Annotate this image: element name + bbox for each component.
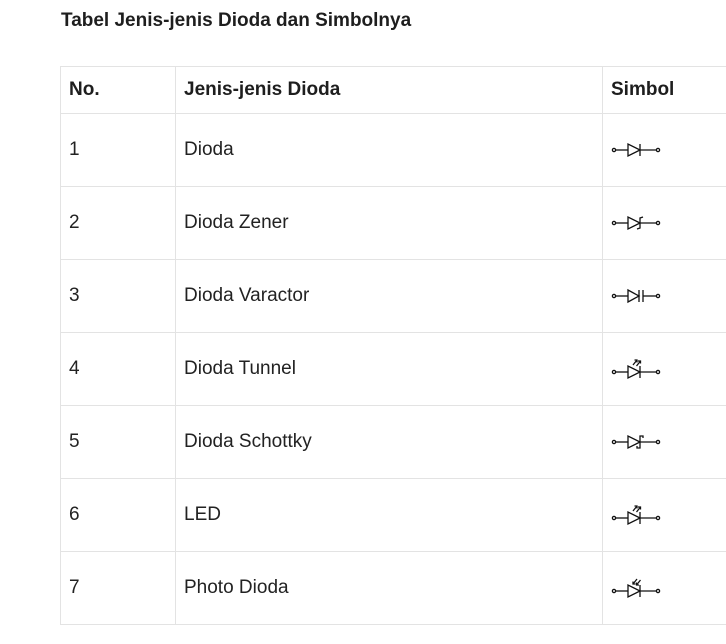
symbol-cell — [602, 332, 726, 406]
row-number: 2 — [60, 186, 176, 260]
symbol-cell — [602, 259, 726, 333]
diode-name: LED — [175, 478, 603, 552]
row-number: 5 — [60, 405, 176, 479]
symbol-cell — [602, 478, 726, 552]
row-number: 7 — [60, 551, 176, 625]
table-header-row: No. Jenis-jenis Dioda Simbol — [60, 66, 726, 114]
diode-name: Dioda Schottky — [175, 405, 603, 479]
diode-name: Dioda Varactor — [175, 259, 603, 333]
table-row: 3 Dioda Varactor — [60, 259, 726, 333]
table-row: 1 Dioda — [60, 113, 726, 187]
table-row: 6 LED — [60, 478, 726, 552]
photo-diode-symbol-icon — [611, 578, 661, 599]
table-row: 4 Dioda Tunnel — [60, 332, 726, 406]
diode-table: No. Jenis-jenis Dioda Simbol 1 Dioda 2 D… — [60, 66, 726, 625]
row-number: 3 — [60, 259, 176, 333]
symbol-cell — [602, 113, 726, 187]
header-no: No. — [60, 66, 176, 114]
row-number: 1 — [60, 113, 176, 187]
table-row: 7 Photo Dioda — [60, 551, 726, 625]
symbol-cell — [602, 186, 726, 260]
diode-symbol-icon — [611, 142, 661, 158]
header-symbol: Simbol — [602, 66, 726, 114]
diode-name: Dioda Zener — [175, 186, 603, 260]
varactor-diode-symbol-icon — [611, 288, 661, 304]
diode-name: Dioda — [175, 113, 603, 187]
schottky-diode-symbol-icon — [611, 434, 661, 450]
symbol-cell — [602, 405, 726, 479]
symbol-cell — [602, 551, 726, 625]
row-number: 4 — [60, 332, 176, 406]
tunnel-diode-symbol-icon — [611, 359, 661, 380]
led-symbol-icon — [611, 505, 661, 526]
header-diode-type: Jenis-jenis Dioda — [175, 66, 603, 114]
zener-diode-symbol-icon — [611, 215, 661, 231]
diode-name: Dioda Tunnel — [175, 332, 603, 406]
page-title: Tabel Jenis-jenis Dioda dan Simbolnya — [61, 10, 412, 31]
table-row: 2 Dioda Zener — [60, 186, 726, 260]
diode-name: Photo Dioda — [175, 551, 603, 625]
row-number: 6 — [60, 478, 176, 552]
table-row: 5 Dioda Schottky — [60, 405, 726, 479]
